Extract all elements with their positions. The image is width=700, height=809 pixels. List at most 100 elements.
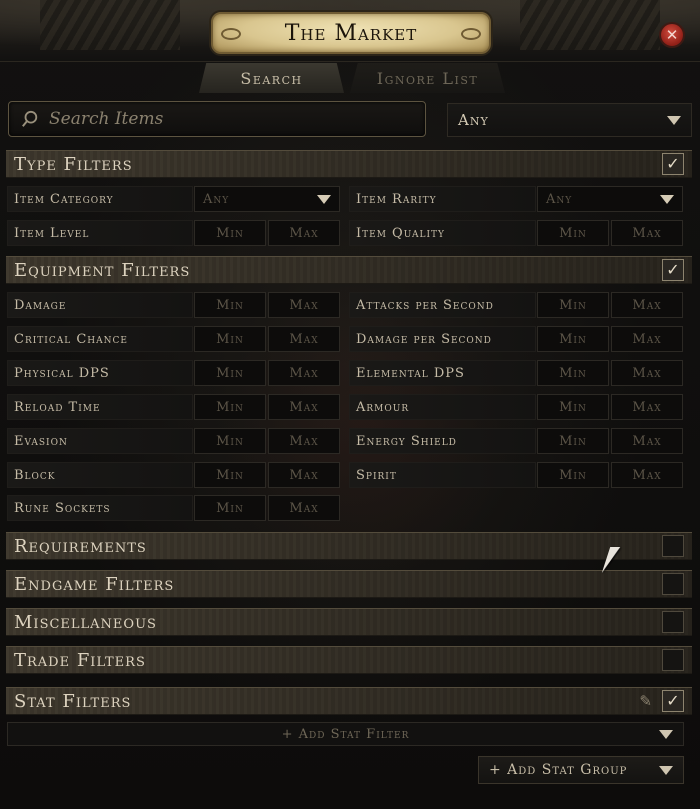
block-max[interactable]: [268, 462, 340, 488]
filter-label-attacks-per-second: Attacks per Second: [349, 292, 536, 318]
elemental-dps-min[interactable]: [537, 360, 609, 386]
trade-filters-checkbox[interactable]: [662, 649, 684, 671]
add-stat-group-button[interactable]: + Add Stat Group: [478, 756, 684, 784]
damage-per-second-min-input[interactable]: [538, 327, 608, 351]
item-quality-max-input[interactable]: [612, 221, 682, 245]
critical-chance-min[interactable]: [194, 326, 266, 352]
item-quality-min-input[interactable]: [538, 221, 608, 245]
attacks-per-second-min-input[interactable]: [538, 293, 608, 317]
armour-max[interactable]: [611, 394, 683, 420]
damage-per-second-max-input[interactable]: [612, 327, 682, 351]
search-field[interactable]: [8, 101, 426, 137]
section-endgame-filters[interactable]: Endgame Filters: [6, 570, 692, 598]
evasion-min-input[interactable]: [195, 429, 265, 453]
title-flourish-left: [221, 28, 241, 40]
critical-chance-max-input[interactable]: [269, 327, 339, 351]
elemental-dps-max[interactable]: [611, 360, 683, 386]
section-requirements[interactable]: Requirements: [6, 532, 692, 560]
stat-filters-controls: ✎ ✓: [639, 690, 684, 712]
chevron-down-icon: [659, 730, 673, 739]
reload-time-max-input[interactable]: [269, 395, 339, 419]
close-icon: ✕: [665, 26, 679, 44]
close-button[interactable]: ✕: [659, 22, 685, 48]
type-filters-checkbox[interactable]: ✓: [662, 153, 684, 175]
spirit-max[interactable]: [611, 462, 683, 488]
item-level-min-input[interactable]: [195, 221, 265, 245]
damage-max[interactable]: [268, 292, 340, 318]
item-category-select[interactable]: Any: [194, 186, 340, 212]
armour-max-input[interactable]: [612, 395, 682, 419]
add-stat-filter-select[interactable]: + Add Stat Filter: [7, 722, 684, 746]
physical-dps-max-input[interactable]: [269, 361, 339, 385]
damage-min-input[interactable]: [195, 293, 265, 317]
block-min[interactable]: [194, 462, 266, 488]
critical-chance-min-input[interactable]: [195, 327, 265, 351]
reload-time-min[interactable]: [194, 394, 266, 420]
spirit-min[interactable]: [537, 462, 609, 488]
critical-chance-max[interactable]: [268, 326, 340, 352]
elemental-dps-max-input[interactable]: [612, 361, 682, 385]
evasion-min[interactable]: [194, 428, 266, 454]
reload-time-max[interactable]: [268, 394, 340, 420]
block-min-input[interactable]: [195, 463, 265, 487]
listing-status-select[interactable]: Any: [447, 103, 692, 137]
evasion-max-input[interactable]: [269, 429, 339, 453]
tab-ignore-list[interactable]: Ignore List: [350, 63, 505, 93]
rune-sockets-max-input[interactable]: [269, 496, 339, 520]
armour-min[interactable]: [537, 394, 609, 420]
miscellaneous-checkbox[interactable]: [662, 611, 684, 633]
armour-min-input[interactable]: [538, 395, 608, 419]
spirit-min-input[interactable]: [538, 463, 608, 487]
section-miscellaneous[interactable]: Miscellaneous: [6, 608, 692, 636]
energy-shield-min-input[interactable]: [538, 429, 608, 453]
requirements-checkbox[interactable]: [662, 535, 684, 557]
stat-filters-checkbox[interactable]: ✓: [662, 690, 684, 712]
item-level-min[interactable]: [194, 220, 266, 246]
title-plate: The Market: [211, 12, 491, 54]
section-title: Type Filters: [14, 153, 133, 175]
section-title: Miscellaneous: [14, 611, 157, 633]
damage-min[interactable]: [194, 292, 266, 318]
item-level-max[interactable]: [268, 220, 340, 246]
equipment-filters-checkbox[interactable]: ✓: [662, 259, 684, 281]
damage-per-second-max[interactable]: [611, 326, 683, 352]
market-window: The Market ✕ Search Ignore List Any Type…: [0, 0, 700, 809]
attacks-per-second-max-input[interactable]: [612, 293, 682, 317]
attacks-per-second-min[interactable]: [537, 292, 609, 318]
tab-search[interactable]: Search: [199, 63, 344, 93]
damage-max-input[interactable]: [269, 293, 339, 317]
section-trade-filters[interactable]: Trade Filters: [6, 646, 692, 674]
section-type-filters[interactable]: Type Filters ✓: [6, 150, 692, 178]
chevron-down-icon: [667, 115, 681, 125]
filter-label-rune-sockets: Rune Sockets: [7, 495, 193, 521]
section-stat-filters[interactable]: Stat Filters ✎ ✓: [6, 687, 692, 715]
section-equipment-filters[interactable]: Equipment Filters ✓: [6, 256, 692, 284]
item-level-max-input[interactable]: [269, 221, 339, 245]
physical-dps-min[interactable]: [194, 360, 266, 386]
endgame-filters-checkbox[interactable]: [662, 573, 684, 595]
evasion-max[interactable]: [268, 428, 340, 454]
energy-shield-min[interactable]: [537, 428, 609, 454]
item-quality-min[interactable]: [537, 220, 609, 246]
filter-label-elemental-dps: Elemental DPS: [349, 360, 536, 386]
section-title: Equipment Filters: [14, 259, 191, 281]
item-rarity-select[interactable]: Any: [537, 186, 683, 212]
rune-sockets-max[interactable]: [268, 495, 340, 521]
energy-shield-max[interactable]: [611, 428, 683, 454]
section-title: Trade Filters: [14, 649, 146, 671]
pencil-icon[interactable]: ✎: [639, 692, 652, 710]
reload-time-min-input[interactable]: [195, 395, 265, 419]
search-input[interactable]: [39, 108, 425, 130]
physical-dps-min-input[interactable]: [195, 361, 265, 385]
damage-per-second-min[interactable]: [537, 326, 609, 352]
physical-dps-max[interactable]: [268, 360, 340, 386]
elemental-dps-min-input[interactable]: [538, 361, 608, 385]
spirit-max-input[interactable]: [612, 463, 682, 487]
block-max-input[interactable]: [269, 463, 339, 487]
energy-shield-max-input[interactable]: [612, 429, 682, 453]
attacks-per-second-max[interactable]: [611, 292, 683, 318]
rune-sockets-min-input[interactable]: [195, 496, 265, 520]
chevron-down-icon: [659, 765, 673, 775]
rune-sockets-min[interactable]: [194, 495, 266, 521]
item-quality-max[interactable]: [611, 220, 683, 246]
